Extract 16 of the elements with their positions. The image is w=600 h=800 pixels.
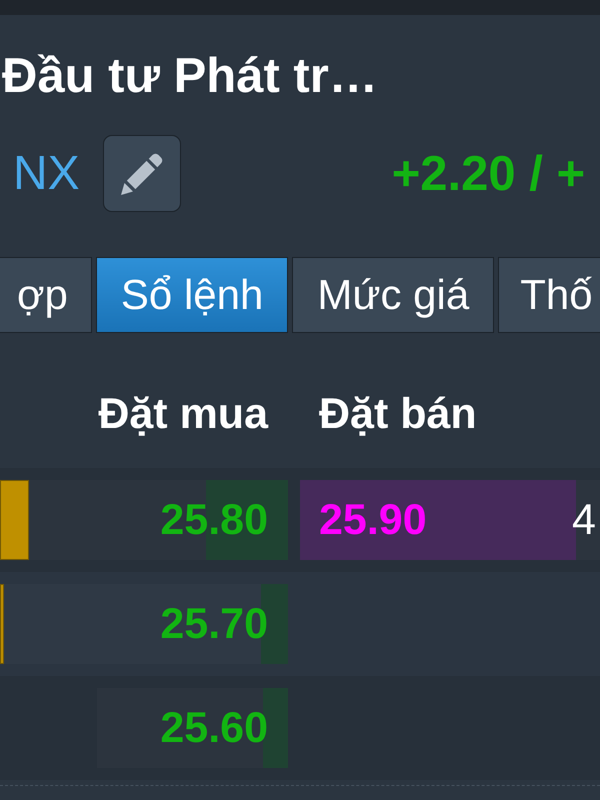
pencil-icon: [120, 152, 164, 196]
ask-price: 25.90: [319, 496, 427, 544]
bid-price: 25.70: [160, 600, 268, 648]
tab[interactable]: Thố: [498, 257, 600, 333]
tab[interactable]: Sổ lệnh: [96, 257, 288, 333]
tab[interactable]: ợp: [0, 257, 92, 333]
price-change: +2.20 / +: [392, 146, 586, 202]
column-header: Đặt bán: [319, 389, 477, 439]
exchange-label: NX: [13, 146, 80, 202]
bid-price: 25.60: [160, 704, 268, 752]
bid-price: 25.80: [160, 496, 268, 544]
tab[interactable]: Mức giá: [292, 257, 494, 333]
ask-volume: 4: [572, 496, 597, 544]
stock-title: Đầu tư Phát tr…: [2, 48, 378, 104]
edit-button[interactable]: [102, 135, 181, 212]
column-header: Đặt mua: [98, 389, 268, 439]
